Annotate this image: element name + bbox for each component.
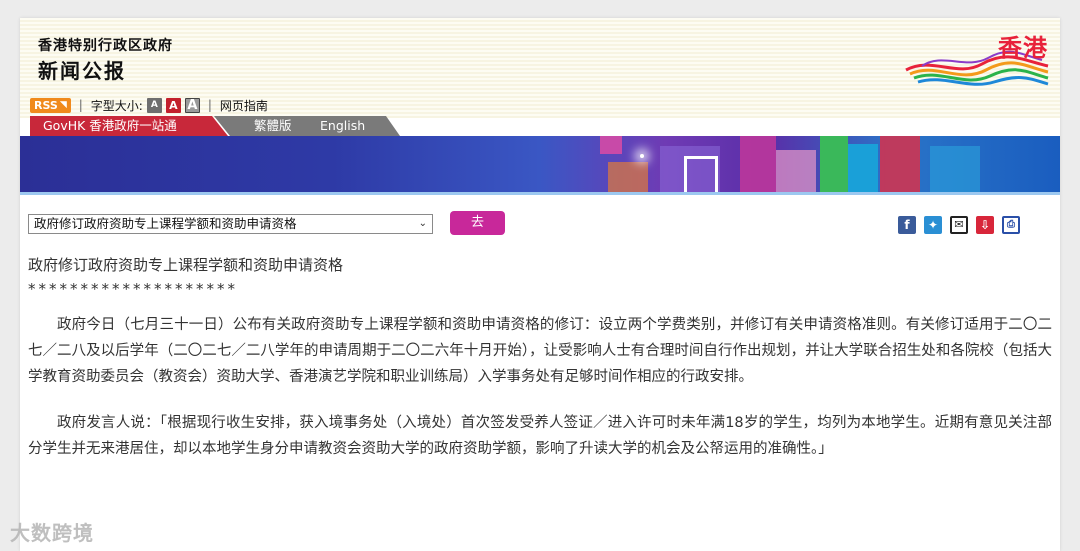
article-paragraph: 政府发言人说：「根据现行收生安排，获入境事务处（入境处）首次签发受养人签证／进入…: [28, 415, 1052, 457]
press-release-select[interactable]: 政府修订政府资助专上课程学额和资助申请资格 ⌄: [28, 214, 433, 234]
article: 政府修订政府资助专上课程学额和资助申请资格 ******************…: [28, 254, 1052, 462]
sitemap-link[interactable]: 网页指南: [220, 97, 268, 114]
share-bar: f ✦ ✉ ⇩ ⎙: [898, 216, 1020, 234]
language-nav: GovHK 香港政府一站通 繁體版 English: [30, 116, 1050, 136]
divider: |: [78, 98, 83, 112]
print-icon[interactable]: ⎙: [1002, 216, 1020, 234]
page: 香港特别行政区政府 新闻公报 香港 RSS ◥ | 字型大小: A A A | …: [20, 18, 1060, 551]
twitter-icon[interactable]: ✦: [924, 216, 942, 234]
language-tabs: 繁體版 English: [214, 116, 400, 136]
email-icon[interactable]: ✉: [950, 216, 968, 234]
toolbar: RSS ◥ | 字型大小: A A A | 网页指南: [30, 96, 268, 114]
title-stars: ********************: [28, 280, 238, 298]
download-icon[interactable]: ⇩: [976, 216, 994, 234]
divider: |: [207, 98, 212, 112]
govhk-link[interactable]: GovHK 香港政府一站通: [30, 116, 228, 136]
brand-hong-kong-logo[interactable]: 香港: [902, 26, 1052, 92]
rss-icon: ◥: [59, 99, 67, 110]
header-banner: [20, 136, 1060, 192]
header: 香港特别行政区政府 新闻公报 香港 RSS ◥ | 字型大小: A A A | …: [20, 18, 1060, 136]
english-link[interactable]: English: [320, 116, 365, 136]
logo-text: 香港: [998, 34, 1048, 62]
rss-button[interactable]: RSS ◥: [30, 97, 71, 113]
font-size-label: 字型大小:: [90, 98, 143, 113]
font-size-large-button[interactable]: A: [184, 97, 200, 113]
article-paragraph: 政府今日（七月三十一日）公布有关政府资助专上课程学额和资助申请资格的修订：设立两…: [28, 317, 1052, 385]
banner-divider: [20, 192, 1060, 195]
rss-label: RSS: [34, 98, 58, 112]
facebook-icon[interactable]: f: [898, 216, 916, 234]
traditional-chinese-link[interactable]: 繁體版: [254, 116, 292, 136]
chevron-down-icon: ⌄: [418, 218, 427, 229]
controls-bar: 政府修订政府资助专上课程学额和资助申请资格 ⌄ 去 f ✦ ✉ ⇩ ⎙: [20, 208, 1060, 238]
font-size-medium-button[interactable]: A: [165, 97, 181, 113]
press-release-title[interactable]: 新闻公报: [38, 55, 126, 84]
watermark: 大数跨境: [10, 521, 94, 545]
gov-name: 香港特别行政区政府: [38, 38, 173, 54]
font-size-small-button[interactable]: A: [146, 97, 162, 113]
go-button[interactable]: 去: [450, 211, 505, 235]
article-title: 政府修订政府资助专上课程学额和资助申请资格: [28, 256, 344, 274]
select-value: 政府修订政府资助专上课程学额和资助申请资格: [34, 216, 297, 231]
